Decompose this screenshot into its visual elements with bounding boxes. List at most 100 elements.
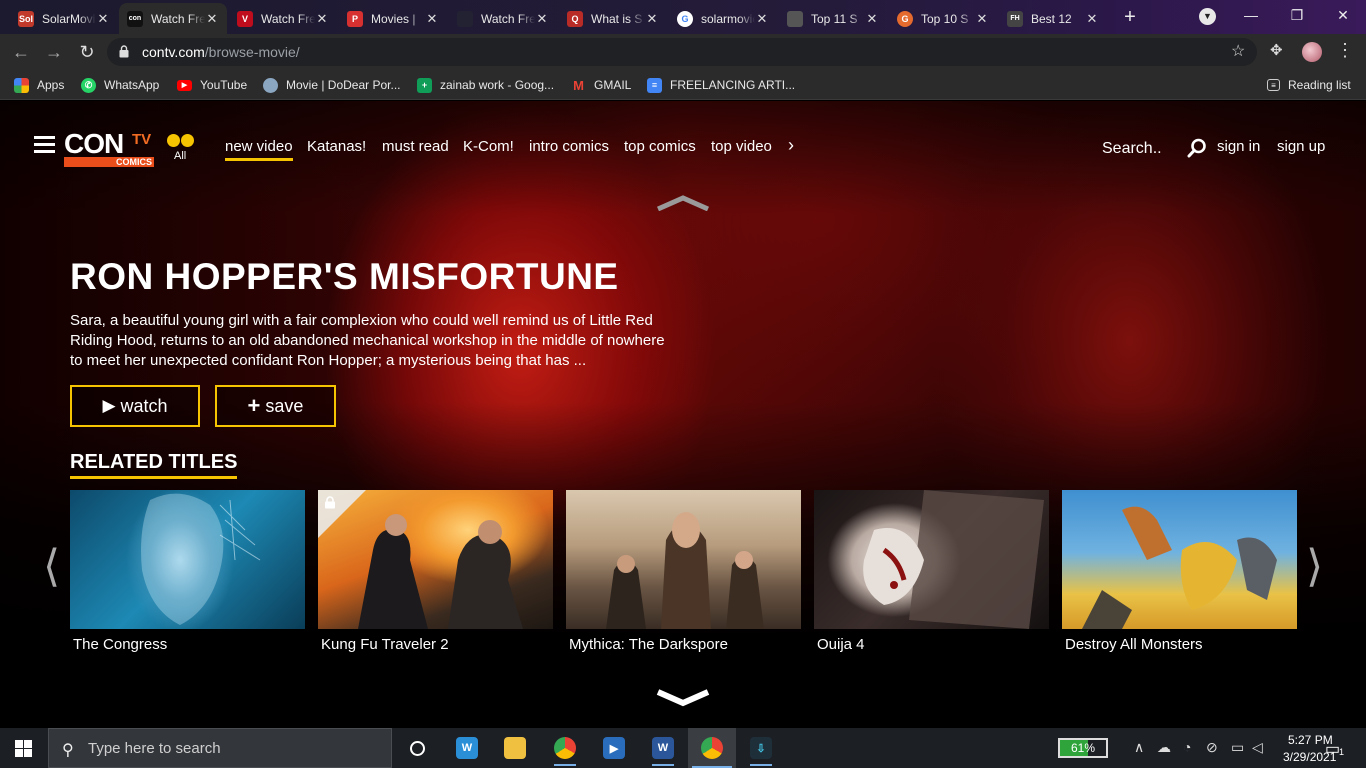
hamburger-menu-icon[interactable] (34, 136, 55, 154)
bookmark-whatsapp[interactable]: ✆ WhatsApp (81, 75, 159, 95)
bookmark-movie-dodear[interactable]: Movie | DoDear Por... (263, 75, 401, 95)
close-tab-icon[interactable]: ✕ (975, 11, 989, 27)
card-title[interactable]: Destroy All Monsters (1065, 636, 1203, 653)
tray-expand-icon[interactable]: ∧ (1134, 739, 1144, 756)
search-icon[interactable] (1187, 138, 1207, 158)
nav-katanas[interactable]: Katanas! (307, 138, 366, 155)
close-tab-icon[interactable]: ✕ (535, 11, 549, 27)
close-tab-icon[interactable]: ✕ (755, 11, 769, 27)
nav-must-read[interactable]: must read (382, 138, 449, 155)
tab-best-12[interactable]: FH Best 12 ✕ (999, 3, 1107, 34)
search-icon: ⚲ (62, 742, 74, 759)
carousel-next-icon[interactable]: ⟩ (1306, 541, 1323, 592)
related-card-kung-fu-traveler-2[interactable]: Kung Fu Traveler 2 (318, 490, 553, 660)
tab-solarmovie-google[interactable]: G solarmovie ✕ (669, 3, 777, 34)
poster-kung-fu-traveler-2[interactable] (318, 490, 553, 629)
tab-solarmovie[interactable]: Sol SolarMovie ✕ (10, 3, 118, 34)
sign-in-link[interactable]: sign in (1217, 138, 1260, 155)
poster-the-congress[interactable] (70, 490, 305, 629)
chrome-app-icon[interactable] (550, 733, 580, 766)
nav-top-comics[interactable]: top comics (624, 138, 696, 155)
card-title[interactable]: The Congress (73, 636, 167, 653)
onedrive-icon[interactable]: ☁ (1157, 739, 1171, 756)
taskbar-search-box[interactable]: ⚲ (48, 728, 392, 768)
tab-top-10[interactable]: G Top 10 S ✕ (889, 3, 997, 34)
minimize-icon[interactable]: — (1228, 0, 1274, 32)
file-explorer-icon[interactable] (500, 733, 530, 763)
nav-scroll-right-icon[interactable]: › (788, 135, 794, 156)
nav-intro-comics[interactable]: intro comics (529, 138, 609, 155)
chevron-up-icon[interactable] (656, 193, 710, 211)
bookmark-gmail[interactable]: M GMAIL (571, 75, 631, 95)
tab-watch-free-2[interactable]: V Watch Free ✕ (229, 3, 337, 34)
poster-mythica[interactable] (566, 490, 801, 629)
bookmark-freelancing[interactable]: ≡ FREELANCING ARTI... (647, 75, 795, 95)
bookmark-youtube[interactable]: ▶ YouTube (177, 75, 247, 95)
store-app-icon[interactable]: W (452, 733, 482, 763)
close-tab-icon[interactable]: ✕ (425, 11, 439, 27)
tab-movies[interactable]: P Movies | ✕ (339, 3, 447, 34)
tab-search-chevron-icon[interactable]: ▼ (1199, 8, 1216, 25)
bookmark-star-icon[interactable]: ☆ (1231, 41, 1245, 61)
extensions-puzzle-icon[interactable]: ✥ (1270, 41, 1283, 59)
card-title[interactable]: Kung Fu Traveler 2 (321, 636, 449, 653)
close-tab-icon[interactable]: ✕ (645, 11, 659, 27)
tab-watch-free-3[interactable]: Watch Free ✕ (449, 3, 557, 34)
reload-icon[interactable]: ↻ (75, 40, 99, 64)
bookmark-zainab-work[interactable]: + zainab work - Goog... (417, 75, 554, 95)
profile-avatar[interactable] (1302, 42, 1322, 62)
poster-ouija-4[interactable] (814, 490, 1049, 629)
url-omnibox[interactable]: contv.com/browse-movie/ ☆ (107, 38, 1257, 66)
task-view-icon[interactable] (402, 733, 432, 763)
taskbar-search-input[interactable] (88, 740, 378, 757)
window-close-icon[interactable]: ✕ (1320, 0, 1366, 32)
network-error-icon[interactable]: ⊘ (1206, 739, 1218, 756)
card-title[interactable]: Mythica: The Darkspore (569, 636, 728, 653)
restore-icon[interactable]: ❐ (1274, 0, 1320, 32)
contv-logo[interactable]: CON TV COMICS (64, 128, 156, 168)
tab-watch-free-active[interactable]: con Watch Free ✕ (119, 3, 227, 34)
close-tab-icon[interactable]: ✕ (865, 11, 879, 27)
carousel-prev-icon[interactable]: ⟨ (43, 541, 60, 592)
reading-list-icon: ≡ (1267, 79, 1280, 91)
browser-menu-icon[interactable]: ⋮ (1336, 40, 1354, 61)
notification-center-icon[interactable]: ▭ (1325, 739, 1340, 759)
chrome-active-app-icon[interactable] (688, 728, 736, 768)
battery-meter[interactable]: 61% (1058, 738, 1108, 758)
all-filter-dots-icon[interactable] (167, 134, 197, 148)
nav-new-video[interactable]: new video (225, 138, 293, 161)
card-title[interactable]: Ouija 4 (817, 636, 865, 653)
close-tab-icon[interactable]: ✕ (1085, 11, 1099, 27)
close-tab-icon[interactable]: ✕ (96, 11, 110, 27)
forward-arrow-icon[interactable]: → (42, 40, 66, 64)
bookmark-apps[interactable]: Apps (14, 75, 64, 95)
tab-top-11[interactable]: Top 11 S ✕ (779, 3, 887, 34)
related-card-mythica[interactable]: Mythica: The Darkspore (566, 490, 801, 660)
poster-destroy-all-monsters[interactable] (1062, 490, 1297, 629)
battery-icon[interactable]: ▭ (1231, 739, 1244, 756)
back-arrow-icon[interactable]: ← (9, 40, 33, 64)
close-tab-icon[interactable]: ✕ (205, 11, 219, 27)
volume-icon[interactable]: ◁ (1252, 739, 1263, 756)
nav-k-com[interactable]: K-Com! (463, 138, 514, 155)
related-card-ouija-4[interactable]: Ouija 4 (814, 490, 1049, 660)
tab-what-is[interactable]: Q What is S ✕ (559, 3, 667, 34)
windows-start-icon[interactable] (15, 740, 32, 757)
related-card-destroy-all-monsters[interactable]: Destroy All Monsters (1062, 490, 1297, 660)
close-tab-icon[interactable]: ✕ (315, 11, 329, 27)
wifi-icon[interactable]: ◔ (1183, 739, 1191, 755)
fh-favicon-icon: FH (1007, 10, 1023, 27)
nav-top-video[interactable]: top video (711, 138, 772, 155)
word-app-icon[interactable]: W (648, 733, 678, 766)
related-card-the-congress[interactable]: The Congress (70, 490, 305, 660)
sign-up-link[interactable]: sign up (1277, 138, 1325, 155)
site-search-input[interactable] (1102, 140, 1172, 158)
video-app-icon[interactable]: ▶ (599, 733, 629, 763)
reading-list-button[interactable]: ≡ Reading list (1267, 75, 1351, 95)
chevron-down-icon[interactable] (656, 688, 710, 708)
new-tab-plus-icon[interactable]: + (1117, 5, 1143, 31)
installer-app-icon[interactable]: ⇩ (746, 733, 776, 766)
all-filter-label[interactable]: All (174, 150, 186, 162)
watch-button[interactable]: ▶ watch (70, 385, 200, 427)
save-button[interactable]: + save (215, 385, 336, 427)
